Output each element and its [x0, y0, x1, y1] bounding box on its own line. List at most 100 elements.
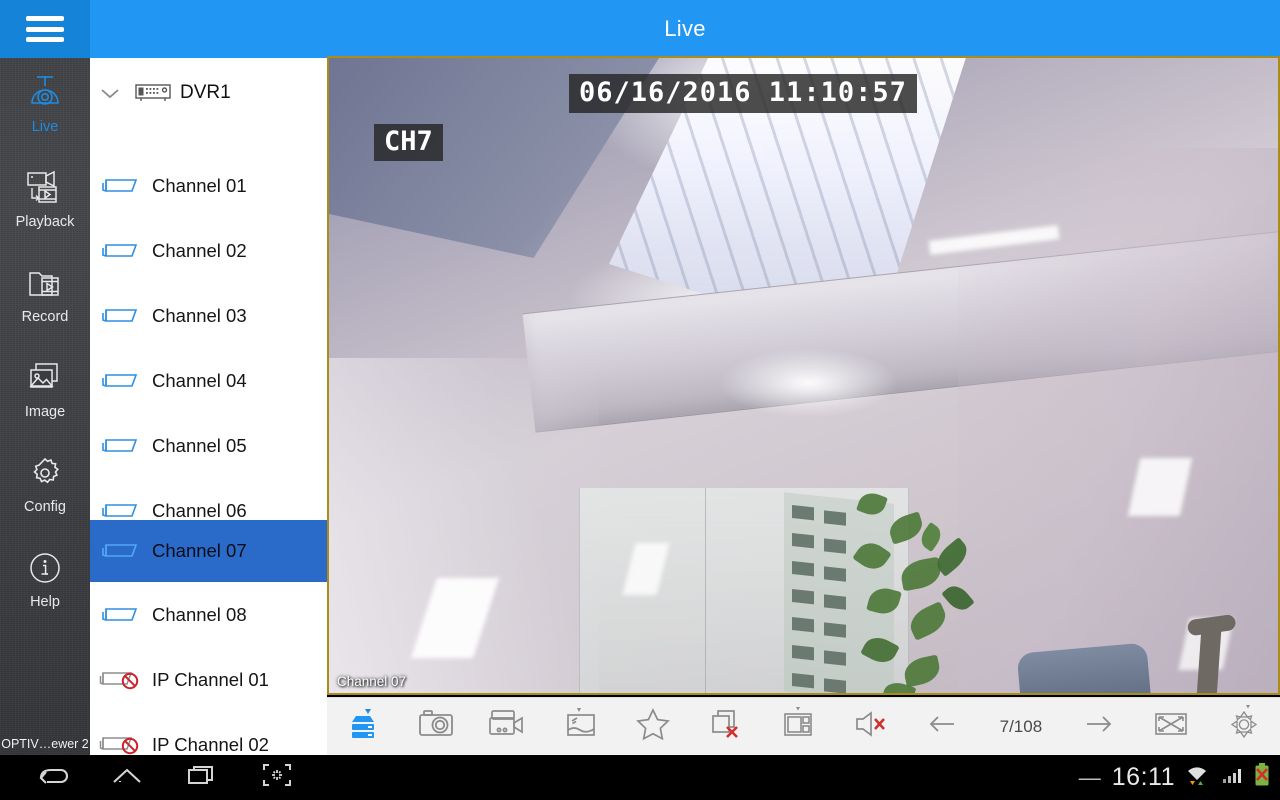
android-navigation-bar: — 16:11	[0, 755, 1280, 800]
chevron-down-icon[interactable]	[90, 83, 130, 103]
stream-name-label: Channel 07	[337, 674, 407, 689]
device-row-dvr1[interactable]: DVR1	[90, 58, 327, 128]
speaker-muted-icon	[850, 707, 892, 746]
record-folder-icon	[24, 261, 66, 305]
osd-timestamp: 06/16/2016 11:10:57	[569, 74, 917, 113]
channel-row-07[interactable]: Channel 07	[90, 520, 327, 582]
live-video-stream[interactable]: 06/16/2016 11:10:57 CH7 Channel 07	[329, 58, 1278, 693]
sidebar-item-label: Playback	[15, 214, 75, 230]
sidebar-item-playback[interactable]: Playback	[0, 153, 90, 243]
sidebar-item-label: Config	[24, 499, 66, 515]
top-app-bar: Live	[0, 0, 1280, 58]
close-all-button[interactable]	[689, 698, 761, 756]
live-toolbar: 7/108	[327, 697, 1280, 755]
android-screenshot-button[interactable]	[239, 755, 314, 800]
channel-label: Channel 05	[152, 434, 247, 456]
ip-camera-disabled-icon	[90, 732, 152, 756]
channel-row-ip-02[interactable]: IP Channel 02	[90, 712, 327, 755]
sidebar-item-config[interactable]: Config	[0, 438, 90, 528]
hamburger-menu-icon	[26, 16, 64, 42]
channel-label: Channel 07	[152, 540, 247, 561]
channel-label: Channel 02	[152, 239, 247, 261]
fullscreen-expand-icon	[1150, 708, 1192, 745]
screenshot-capture-icon	[261, 761, 293, 794]
back-arrow-icon	[35, 762, 69, 793]
channel-label: Channel 01	[152, 174, 247, 196]
channel-row-ip-01[interactable]: IP Channel 01	[90, 647, 327, 712]
ip-camera-disabled-icon	[90, 667, 152, 693]
analog-camera-icon	[90, 239, 152, 263]
channel-row-02[interactable]: Channel 02	[90, 218, 327, 283]
gear-icon	[25, 451, 65, 495]
camera-icon	[416, 707, 456, 746]
recent-apps-icon	[185, 762, 219, 793]
sidebar-item-label: Live	[31, 119, 59, 135]
picture-icon	[560, 705, 602, 748]
channel-row-01[interactable]: Channel 01	[90, 153, 327, 218]
mute-button[interactable]	[834, 698, 906, 756]
cellular-signal-icon	[1219, 762, 1245, 793]
channel-label: Channel 04	[152, 369, 247, 391]
analog-camera-icon	[90, 304, 152, 328]
channel-row-04[interactable]: Channel 04	[90, 348, 327, 413]
next-page-button[interactable]	[1063, 698, 1135, 756]
playback-film-icon	[24, 166, 66, 210]
favorite-button[interactable]	[617, 698, 689, 756]
plants-region	[849, 488, 1029, 693]
layout-button[interactable]	[762, 698, 834, 756]
analog-camera-icon	[90, 603, 152, 627]
ptz-control-icon	[1221, 703, 1267, 750]
video-camera-icon	[486, 707, 530, 746]
channel-label: Channel 08	[152, 603, 247, 625]
sidebar-item-label: Image	[24, 404, 66, 420]
grid-layout-icon	[777, 705, 819, 748]
record-button[interactable]	[472, 698, 544, 756]
arrow-left-icon	[926, 711, 960, 742]
page-title: Live	[664, 16, 706, 41]
android-back-button[interactable]	[14, 755, 89, 800]
osd-channel-label: CH7	[374, 124, 443, 161]
channel-label: IP Channel 02	[152, 733, 269, 755]
sidebar-item-label: Help	[30, 594, 60, 610]
android-status-area: — 16:11	[1079, 761, 1280, 794]
status-clock: 16:11	[1111, 763, 1175, 791]
analog-camera-icon	[90, 499, 152, 523]
analog-camera-icon	[90, 369, 152, 393]
sidebar-item-live[interactable]: Live	[0, 58, 90, 148]
analog-camera-icon	[90, 539, 152, 563]
page-indicator: 7/108	[999, 716, 1043, 736]
app-root: Live Live Playback Record Image Config H…	[0, 0, 1280, 800]
channel-row-08[interactable]: Channel 08	[90, 582, 327, 647]
device-name: DVR1	[180, 82, 231, 103]
info-circle-icon	[25, 546, 65, 590]
sidebar-item-help[interactable]: Help	[0, 533, 90, 623]
arrow-right-icon	[1082, 711, 1116, 742]
home-icon	[110, 762, 144, 793]
previous-page-button[interactable]	[907, 698, 979, 756]
server-stack-icon	[341, 704, 385, 749]
image-settings-button[interactable]	[544, 698, 616, 756]
status-dash: —	[1078, 764, 1101, 790]
channel-row-05[interactable]: Channel 05	[90, 413, 327, 478]
close-windows-icon	[706, 706, 746, 747]
device-channel-list[interactable]: DVR1 Channel 01 Channel 02 Channel 03 Ch…	[90, 58, 327, 755]
channel-label: Channel 03	[152, 304, 247, 326]
channel-label: Channel 06	[152, 499, 247, 521]
app-name-label: OPTIV…ewer 2	[1, 737, 89, 751]
channel-row-03[interactable]: Channel 03	[90, 283, 327, 348]
video-pane[interactable]: 06/16/2016 11:10:57 CH7 Channel 07	[327, 56, 1280, 695]
sidebar-item-image[interactable]: Image	[0, 343, 90, 433]
ptz-control-button[interactable]	[1208, 698, 1280, 756]
analog-camera-icon	[90, 434, 152, 458]
star-icon	[633, 705, 673, 748]
sidebar-item-record[interactable]: Record	[0, 248, 90, 338]
android-recents-button[interactable]	[164, 755, 239, 800]
left-navigation-rail: Live Playback Record Image Config Help O…	[0, 58, 90, 755]
stream-quality-button[interactable]	[327, 698, 399, 756]
hamburger-menu-button[interactable]	[0, 0, 90, 58]
android-home-button[interactable]	[89, 755, 164, 800]
dvr-device-icon	[130, 81, 176, 105]
fullscreen-button[interactable]	[1135, 698, 1207, 756]
snapshot-button[interactable]	[399, 698, 471, 756]
ceiling-light-glow	[719, 348, 899, 418]
